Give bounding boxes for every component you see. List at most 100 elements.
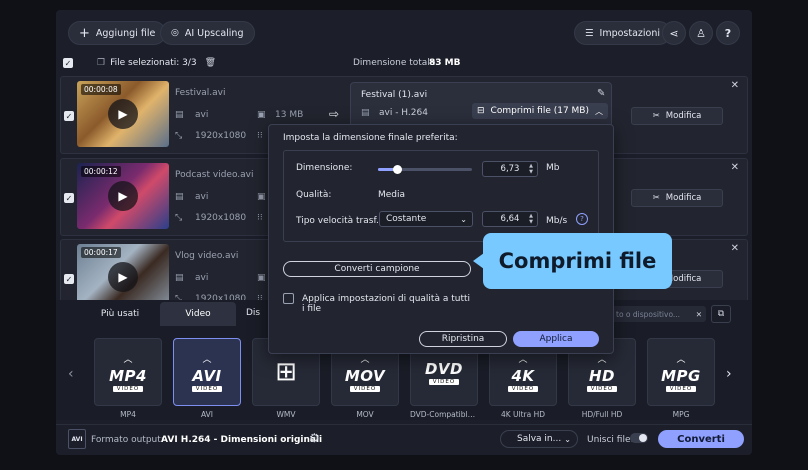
format-label: MOV: [356, 410, 374, 419]
ai-icon: ◎: [171, 28, 179, 38]
size-slider[interactable]: [378, 165, 472, 174]
format-card-mp4[interactable]: ︿ MP4 VIDEO: [94, 338, 162, 406]
file-size: 13 MB: [275, 110, 304, 120]
disk-icon: ▣: [257, 110, 266, 120]
quality-value: Media: [378, 190, 406, 200]
duration-label: 00:00:12: [81, 166, 121, 177]
account-button[interactable]: ♙: [689, 21, 713, 45]
video-thumbnail[interactable]: 00:00:08 ▶: [77, 81, 169, 147]
total-size-value: 83 MB: [429, 58, 461, 68]
file-resolution: 1920x1080: [195, 131, 247, 141]
chevron-up-icon: ︿: [202, 355, 212, 365]
output-format-label: Formato output:: [91, 435, 164, 445]
apply-all-checkbox[interactable]: [283, 293, 294, 304]
video-thumbnail[interactable]: 00:00:12 ▶: [77, 163, 169, 229]
close-icon[interactable]: ✕: [731, 243, 739, 254]
duration-label: 00:00:17: [81, 247, 121, 258]
output-format-value[interactable]: AVI H.264 - Dimensioni originali: [161, 435, 322, 445]
help-icon[interactable]: ?: [576, 213, 588, 225]
tab-video[interactable]: Video: [160, 302, 236, 326]
film-icon: ▤: [175, 110, 184, 120]
tab-devices[interactable]: Dis: [246, 308, 260, 318]
bitrate-unit: Mb/s: [546, 216, 568, 226]
edit-button[interactable]: ✂Modifica: [631, 189, 723, 207]
film-icon: ▤: [361, 108, 370, 118]
compress-icon: ⊟: [477, 106, 485, 116]
selection-bar: ✓ ❐ File selezionati: 3/3 🗑 Dimensione t…: [56, 53, 752, 73]
device-search-input[interactable]: to o dispositivo... ✕: [612, 306, 706, 322]
reset-button[interactable]: Ripristina: [419, 331, 507, 347]
audio-icon: ⁝⁝: [257, 213, 263, 223]
film-icon: ▤: [175, 273, 184, 283]
bitrate-stepper[interactable]: 6,64 ▲ ▼: [482, 211, 538, 227]
format-card-mpg[interactable]: ︿ MPG VIDEO: [647, 338, 715, 406]
selected-count: File selezionati: 3/3: [110, 58, 197, 68]
size-stepper[interactable]: 6,73 ▲ ▼: [482, 161, 538, 177]
trash-icon[interactable]: 🗑: [205, 58, 216, 68]
bitrate-type-label: Tipo velocità trasf.:: [296, 216, 382, 226]
disk-icon: ▣: [257, 192, 266, 202]
share-icon: ⋖: [669, 26, 679, 40]
output-codec: avi - H.264: [379, 108, 428, 118]
play-icon[interactable]: ▶: [108, 181, 138, 211]
merge-label: Unisci file:: [587, 435, 634, 445]
add-files-button[interactable]: + Aggiungi file: [68, 21, 167, 45]
size-unit: Mb: [546, 163, 560, 173]
stepper-arrows-icon[interactable]: ▲ ▼: [529, 163, 533, 175]
file-name: Podcast video.avi: [175, 170, 254, 180]
scissors-icon: ✂: [652, 111, 660, 121]
settings-button[interactable]: ☰ Impostazioni: [574, 21, 672, 45]
format-label: 4K Ultra HD: [500, 410, 546, 419]
play-icon[interactable]: ▶: [108, 99, 138, 129]
convert-button[interactable]: Converti: [658, 430, 744, 448]
help-button[interactable]: ?: [716, 21, 740, 45]
files-icon: ❐: [97, 58, 106, 68]
format-card-avi[interactable]: ︿ AVI VIDEO: [173, 338, 241, 406]
chevron-down-icon: ⌄: [460, 214, 467, 224]
format-label: WMV: [276, 410, 296, 419]
bitrate-type-select[interactable]: Costante ⌄: [379, 211, 473, 227]
help-icon: ?: [724, 26, 732, 40]
apply-button[interactable]: Applica: [513, 331, 599, 347]
share-button[interactable]: ⋖: [662, 21, 686, 45]
chevron-up-icon: ︿: [676, 355, 686, 365]
scroll-right-icon[interactable]: ›: [726, 366, 732, 382]
film-icon: ▤: [175, 192, 184, 202]
clear-icon[interactable]: ✕: [696, 310, 702, 319]
convert-sample-button[interactable]: Converti campione: [283, 261, 471, 277]
file-format: avi: [195, 192, 209, 202]
file-checkbox[interactable]: ✓: [64, 193, 74, 203]
gear-icon[interactable]: ⚙: [309, 431, 320, 445]
edit-button[interactable]: ✂Modifica: [631, 107, 723, 125]
total-size-label: Dimensione totale:: [353, 58, 439, 68]
merge-toggle[interactable]: [630, 433, 648, 443]
file-format: avi: [195, 110, 209, 120]
file-format: avi: [195, 273, 209, 283]
pencil-icon[interactable]: ✎: [597, 88, 605, 99]
chevron-up-icon: ︿: [595, 106, 603, 116]
scroll-left-icon[interactable]: ‹: [68, 366, 74, 382]
disk-icon: ▣: [257, 273, 266, 283]
plus-icon: +: [79, 25, 90, 41]
play-icon[interactable]: ▶: [108, 262, 138, 292]
file-checkbox[interactable]: ✓: [64, 111, 74, 121]
settings-icon: ☰: [585, 27, 594, 39]
chevron-down-icon: ⌄: [564, 434, 571, 444]
tab-popular[interactable]: Più usati: [80, 304, 160, 324]
file-resolution: 1920x1080: [195, 213, 247, 223]
format-label: MP4: [120, 410, 136, 419]
close-icon[interactable]: ✕: [731, 162, 739, 173]
quality-label: Qualità:: [296, 190, 332, 200]
windows-logo-icon: ⊞: [275, 357, 297, 387]
compress-callout: Comprimi file: [473, 233, 672, 289]
stepper-arrows-icon[interactable]: ▲ ▼: [529, 213, 533, 225]
select-all-checkbox[interactable]: ✓: [63, 58, 73, 68]
ai-upscaling-button[interactable]: ◎ AI Upscaling: [160, 21, 255, 45]
compress-button[interactable]: ⊟ Comprimi file (17 MB) ︿: [472, 103, 608, 119]
file-checkbox[interactable]: ✓: [64, 274, 74, 284]
chevron-up-icon: ︿: [123, 355, 133, 365]
device-detect-icon[interactable]: ⧉: [711, 305, 731, 323]
close-icon[interactable]: ✕: [731, 80, 739, 91]
format-label: HD/Full HD: [581, 410, 623, 419]
save-in-dropdown[interactable]: Salva in... ⌄: [500, 430, 578, 448]
